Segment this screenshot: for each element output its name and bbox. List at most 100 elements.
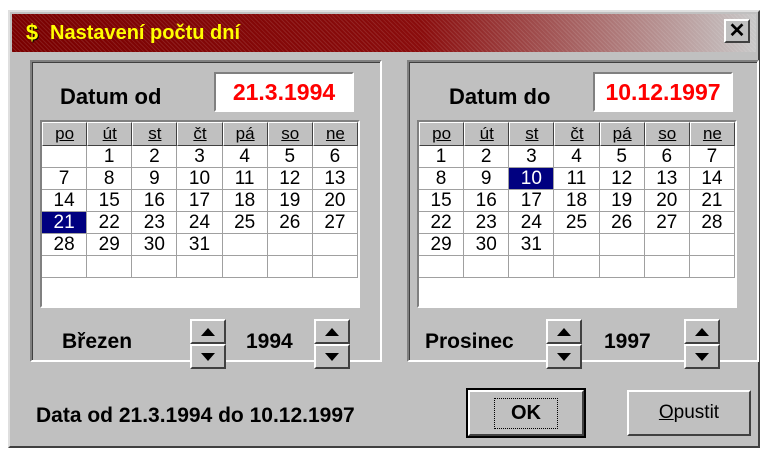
- title-bar[interactable]: $ Nastavení počtu dní ✕: [12, 14, 756, 52]
- calendar-day[interactable]: 4: [222, 146, 268, 168]
- calendar-day[interactable]: 19: [599, 190, 645, 212]
- calendar-day[interactable]: 24: [177, 212, 223, 234]
- year-to-spinner[interactable]: [684, 319, 720, 369]
- weekday-header: po út st čt pá so ne: [42, 122, 358, 146]
- calendar-day[interactable]: 2: [132, 146, 178, 168]
- year-from-spinner[interactable]: [314, 319, 350, 369]
- calendar-day[interactable]: 22: [419, 212, 465, 234]
- calendar-day[interactable]: 8: [419, 168, 465, 190]
- calendar-empty-cell: [554, 234, 600, 256]
- calendar-day[interactable]: 16: [464, 190, 510, 212]
- calendar-day[interactable]: 21: [689, 190, 735, 212]
- calendar-day[interactable]: 12: [599, 168, 645, 190]
- year-from-label: 1994: [246, 330, 293, 353]
- calendar-day[interactable]: 29: [419, 234, 465, 256]
- calendar-day[interactable]: 23: [132, 212, 178, 234]
- calendar-empty-cell: [222, 256, 268, 278]
- calendar-day[interactable]: 12: [267, 168, 313, 190]
- calendar-day[interactable]: 6: [644, 146, 690, 168]
- calendar-day[interactable]: 11: [222, 168, 268, 190]
- calendar-day[interactable]: 3: [177, 146, 223, 168]
- calendar-day[interactable]: 5: [599, 146, 645, 168]
- calendar-day[interactable]: 28: [689, 212, 735, 234]
- calendar-day[interactable]: 25: [554, 212, 600, 234]
- weekday-header-cell: po: [419, 122, 465, 146]
- year-to-label: 1997: [604, 330, 651, 353]
- weekday-header-cell: čt: [554, 122, 600, 146]
- calendar-day[interactable]: 9: [132, 168, 178, 190]
- calendar-day[interactable]: 30: [464, 234, 510, 256]
- arrow-down-icon: [325, 352, 339, 361]
- calendar-day[interactable]: 17: [509, 190, 555, 212]
- cancel-button[interactable]: Opustit: [627, 390, 751, 436]
- ok-button[interactable]: OK: [466, 388, 586, 438]
- calendar-day[interactable]: 21: [42, 212, 88, 234]
- calendar-day[interactable]: 16: [132, 190, 178, 212]
- calendar-day[interactable]: 22: [87, 212, 133, 234]
- calendar-to[interactable]: po út st čt pá so ne 1 2 3 4 5 6 7 8 9 10 11 12 13 14 15 16 17 1…: [417, 120, 737, 308]
- calendar-day[interactable]: 17: [177, 190, 223, 212]
- month-from-up-button[interactable]: [190, 319, 226, 344]
- calendar-day[interactable]: 1: [87, 146, 133, 168]
- calendar-day[interactable]: 19: [267, 190, 313, 212]
- calendar-week-row: 14 15 16 17 18 19 20: [42, 190, 358, 212]
- calendar-day[interactable]: 31: [177, 234, 223, 256]
- year-from-down-button[interactable]: [314, 344, 350, 369]
- calendar-day[interactable]: 26: [599, 212, 645, 234]
- month-to-down-button[interactable]: [546, 344, 582, 369]
- calendar-day[interactable]: 3: [509, 146, 555, 168]
- calendar-day[interactable]: 1: [419, 146, 465, 168]
- calendar-day[interactable]: 7: [689, 146, 735, 168]
- calendar-from[interactable]: po út st čt pá so ne 1 2 3 4 5 6 7 8 9 10 11 12 13 14 15 16 17 1…: [40, 120, 360, 308]
- close-button[interactable]: ✕: [724, 19, 750, 43]
- year-to-up-button[interactable]: [684, 319, 720, 344]
- month-from-spinner[interactable]: [190, 319, 226, 369]
- calendar-day[interactable]: 27: [644, 212, 690, 234]
- calendar-week-row: [42, 256, 358, 278]
- weekday-header-cell: čt: [177, 122, 223, 146]
- calendar-day[interactable]: 13: [644, 168, 690, 190]
- calendar-day[interactable]: 8: [87, 168, 133, 190]
- date-to-field[interactable]: 10.12.1997: [593, 72, 733, 112]
- month-to-up-button[interactable]: [546, 319, 582, 344]
- calendar-day[interactable]: 4: [554, 146, 600, 168]
- calendar-day[interactable]: 5: [267, 146, 313, 168]
- calendar-empty-cell: [644, 256, 690, 278]
- year-to-down-button[interactable]: [684, 344, 720, 369]
- calendar-day[interactable]: 25: [222, 212, 268, 234]
- calendar-day[interactable]: 6: [312, 146, 358, 168]
- year-from-up-button[interactable]: [314, 319, 350, 344]
- calendar-day[interactable]: 20: [644, 190, 690, 212]
- arrow-up-icon: [557, 327, 571, 336]
- calendar-day[interactable]: 15: [87, 190, 133, 212]
- calendar-day[interactable]: 13: [312, 168, 358, 190]
- arrow-down-icon: [695, 352, 709, 361]
- calendar-day[interactable]: 14: [42, 190, 88, 212]
- calendar-day[interactable]: 27: [312, 212, 358, 234]
- calendar-empty-cell: [177, 256, 223, 278]
- weekday-header-cell: út: [87, 122, 133, 146]
- month-from-down-button[interactable]: [190, 344, 226, 369]
- calendar-day[interactable]: 2: [464, 146, 510, 168]
- calendar-day[interactable]: 18: [554, 190, 600, 212]
- calendar-empty-cell: [689, 256, 735, 278]
- calendar-day[interactable]: 24: [509, 212, 555, 234]
- month-to-spinner[interactable]: [546, 319, 582, 369]
- calendar-day[interactable]: 29: [87, 234, 133, 256]
- calendar-day[interactable]: 31: [509, 234, 555, 256]
- calendar-day[interactable]: 7: [42, 168, 88, 190]
- calendar-day[interactable]: 28: [42, 234, 88, 256]
- calendar-day[interactable]: 10: [177, 168, 223, 190]
- calendar-day[interactable]: 15: [419, 190, 465, 212]
- calendar-day[interactable]: 26: [267, 212, 313, 234]
- calendar-day[interactable]: 23: [464, 212, 510, 234]
- calendar-day[interactable]: 11: [554, 168, 600, 190]
- calendar-day[interactable]: 18: [222, 190, 268, 212]
- date-from-field[interactable]: 21.3.1994: [214, 72, 354, 112]
- calendar-day[interactable]: 9: [464, 168, 510, 190]
- calendar-week-row: 15 16 17 18 19 20 21: [419, 190, 735, 212]
- calendar-day[interactable]: 14: [689, 168, 735, 190]
- calendar-day[interactable]: 20: [312, 190, 358, 212]
- calendar-day[interactable]: 10: [509, 168, 555, 190]
- calendar-day[interactable]: 30: [132, 234, 178, 256]
